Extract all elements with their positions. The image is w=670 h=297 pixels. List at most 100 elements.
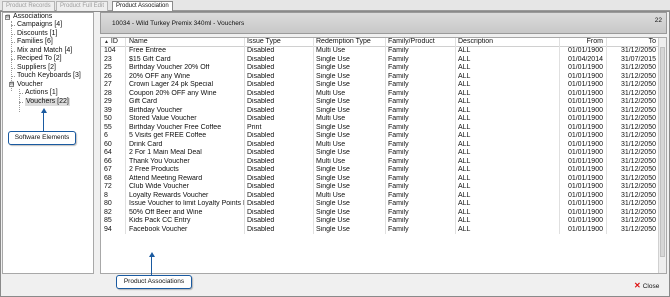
- tree-branch: [19, 101, 23, 103]
- cell-from: 01/01/1900: [567, 200, 603, 207]
- tree-item-campaigns[interactable]: Campaigns [4]: [17, 21, 62, 29]
- cell-name: 50% Off Beer and Wine: [129, 208, 203, 216]
- cell-redemption-type: Single Use: [316, 98, 350, 105]
- table-row[interactable]: 85 Kids Pack CC Entry Disabled Single Use Fa…: [101, 217, 666, 226]
- cell-id: 23: [104, 55, 112, 63]
- cell-id: 94: [104, 225, 112, 233]
- cell-family-product: Family: [388, 72, 409, 80]
- table-row[interactable]: 67 2 Free Products Disabled Single Use Famil…: [101, 166, 666, 175]
- column-separator: [385, 191, 386, 200]
- vertical-scrollbar[interactable]: [658, 38, 666, 273]
- table-row[interactable]: 8 Loyalty Rewards Voucher Disabled Multi Us…: [101, 191, 666, 200]
- column-separator: [244, 64, 245, 73]
- column-header-name[interactable]: Name: [129, 38, 244, 47]
- column-header-id[interactable]: ▲ ID: [104, 38, 124, 47]
- cell-redemption-type: Single Use: [316, 72, 350, 80]
- column-header-from[interactable]: From: [563, 38, 603, 47]
- close-button[interactable]: ✕ Close: [634, 281, 659, 291]
- tab-product-full-edit[interactable]: Product Full Edit: [56, 1, 109, 11]
- column-separator: [244, 191, 245, 200]
- cell-issue-type: Disabled: [247, 166, 275, 173]
- table-row[interactable]: 68 Attend Meeting Reward Disabled Single Us…: [101, 174, 666, 183]
- cell-name: Birthday Voucher 20% Off: [129, 64, 210, 71]
- close-icon: ✕: [634, 281, 641, 290]
- table-row[interactable]: 6 5 Visits get FREE Coffee Disabled Single …: [101, 132, 666, 141]
- column-separator: [244, 115, 245, 124]
- table-row[interactable]: 66 Thank You Voucher Disabled Multi Use Fami…: [101, 157, 666, 166]
- cell-to: 31/12/2050: [620, 89, 656, 97]
- table-row[interactable]: 25 Birthday Voucher 20% Off Disabled Single…: [101, 64, 666, 73]
- table-row[interactable]: 50 Stored Value Voucher Disabled Multi Use F…: [101, 115, 666, 124]
- tree-root-associations[interactable]: Associations: [13, 13, 52, 21]
- column-separator: [559, 157, 560, 166]
- collapse-icon[interactable]: ⊟: [9, 82, 14, 87]
- table-row[interactable]: 64 2 For 1 Main Meal Deal Disabled Single U…: [101, 149, 666, 158]
- column-separator: [125, 191, 126, 200]
- table-row[interactable]: 82 50% Off Beer and Wine Disabled Single Us…: [101, 208, 666, 217]
- cell-family-product: Family: [388, 174, 409, 182]
- tree-item-vouchers[interactable]: Vouchers [22]: [25, 97, 70, 106]
- table-row[interactable]: 72 Club Wide Voucher Disabled Single Use Fam…: [101, 183, 666, 192]
- column-separator: [244, 183, 245, 192]
- tree-item-reciped-to[interactable]: Reciped To [2]: [17, 55, 62, 63]
- table-row[interactable]: 26 20% OFF any Wine Disabled Single Use Fami…: [101, 72, 666, 81]
- cell-issue-type: Disabled: [247, 64, 275, 71]
- cell-family-product: Family: [388, 64, 409, 71]
- tree-item-suppliers[interactable]: Suppliers [2]: [17, 64, 56, 72]
- cell-family-product: Family: [388, 217, 409, 224]
- sort-ascending-icon: ▲: [104, 39, 109, 45]
- cell-from: 01/01/1900: [567, 72, 603, 80]
- column-header-description[interactable]: Description: [458, 38, 558, 47]
- cell-redemption-type: Single Use: [316, 200, 350, 207]
- cell-to: 31/12/2050: [620, 200, 656, 207]
- tree-item-families[interactable]: Families [6]: [17, 38, 53, 46]
- column-separator: [244, 217, 245, 226]
- column-separator: [313, 174, 314, 183]
- table-row[interactable]: 55 Birthday Voucher Free Coffee Print Singl…: [101, 123, 666, 132]
- cell-description: ALL: [458, 225, 471, 233]
- scrollbar-thumb[interactable]: [660, 47, 665, 257]
- table-row[interactable]: 28 Coupon 20% OFF any Wine Disabled Multi U…: [101, 89, 666, 98]
- column-header-family-product[interactable]: Family/Product: [388, 38, 456, 47]
- column-separator: [313, 200, 314, 209]
- tree-item-voucher[interactable]: Voucher: [17, 81, 43, 89]
- tree-item-discounts[interactable]: Discounts [1]: [17, 30, 57, 38]
- column-separator: [244, 174, 245, 183]
- cell-name: 2 Free Products: [129, 166, 179, 173]
- column-separator: [125, 98, 126, 107]
- column-separator: [244, 89, 245, 98]
- column-separator: [606, 123, 607, 132]
- table-row[interactable]: 104 Free Entree Disabled Multi Use Family ALL…: [101, 47, 666, 56]
- column-separator: [455, 47, 456, 56]
- vouchers-table[interactable]: ▲ ID Name Issue Type Redemption Type Fam…: [100, 37, 667, 274]
- column-header-issue-type[interactable]: Issue Type: [247, 38, 312, 47]
- column-separator: [559, 64, 560, 73]
- column-separator: [385, 115, 386, 124]
- table-row[interactable]: 39 Birthday Voucher Disabled Single Use Fami…: [101, 106, 666, 115]
- tree-item-touch-keyboards[interactable]: Touch Keyboards [3]: [17, 72, 81, 80]
- table-row[interactable]: 27 Crown Lager 24 pk Special Disabled Singl…: [101, 81, 666, 90]
- column-header-to[interactable]: To: [609, 38, 656, 47]
- cell-from: 01/01/1900: [567, 140, 603, 148]
- column-separator: [455, 55, 456, 64]
- table-header-row: ▲ ID Name Issue Type Redemption Type Fam…: [101, 38, 666, 47]
- tab-product-records[interactable]: Product Records: [2, 1, 55, 11]
- column-separator: [559, 174, 560, 183]
- column-separator: [606, 81, 607, 90]
- table-row[interactable]: 23 $15 Gift Card Disabled Single Use Family A…: [101, 55, 666, 64]
- cell-from: 01/01/1900: [567, 166, 603, 173]
- table-row[interactable]: 80 Issue Voucher to limit Loyalty Points …: [101, 200, 666, 209]
- column-header-redemption-type[interactable]: Redemption Type: [316, 38, 384, 47]
- collapse-icon[interactable]: ⊟: [5, 15, 10, 20]
- cell-redemption-type: Single Use: [316, 106, 350, 114]
- tree-item-mix-and-match[interactable]: Mix and Match [4]: [17, 47, 72, 55]
- table-row[interactable]: 94 Facebook Voucher Disabled Single Use Fami…: [101, 225, 666, 234]
- cell-to: 31/12/2050: [620, 174, 656, 182]
- table-row[interactable]: 60 Drink Card Disabled Multi Use Family ALL 01…: [101, 140, 666, 149]
- column-separator: [559, 98, 560, 107]
- column-separator: [606, 183, 607, 192]
- column-separator: [313, 47, 314, 56]
- table-row[interactable]: 29 Gift Card Disabled Single Use Family ALL 01…: [101, 98, 666, 107]
- tree-item-actions[interactable]: Actions [1]: [25, 89, 58, 97]
- column-separator: [606, 115, 607, 124]
